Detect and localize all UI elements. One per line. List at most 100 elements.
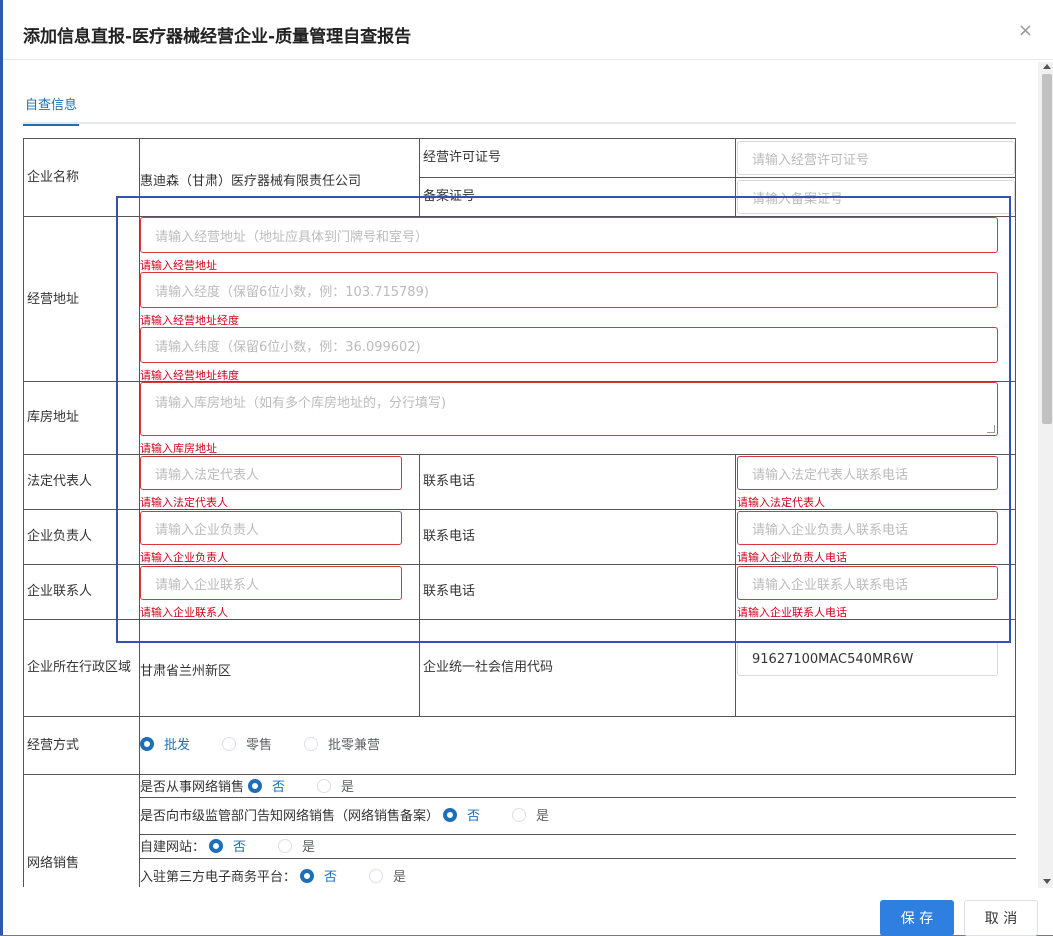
business-mode-radio-group: 批发 零售 批零兼营 xyxy=(140,734,412,753)
online-sales-q4: 入驻第三方电子商务平台： 否 是 xyxy=(140,866,438,885)
form-scroll-area[interactable]: 企业名称 惠迪森（甘肃）医疗器械有限责任公司 经营许可证号 请输入经营许可证号 … xyxy=(23,138,1018,887)
legal-rep-phone-input[interactable]: 请输入法定代表人联系电话 xyxy=(737,456,998,490)
q4-radio-no[interactable] xyxy=(300,868,315,883)
save-button[interactable]: 保 存 xyxy=(880,900,954,936)
scroll-up-icon[interactable] xyxy=(1043,64,1051,69)
q1-radio-no[interactable] xyxy=(248,778,263,793)
warehouse-address-placeholder: 请输入库房地址（如有多个库房地址的，分行填写) xyxy=(155,396,447,411)
company-name-label: 企业名称 xyxy=(27,170,80,185)
contact-phone-error: 请输入企业联系人电话 xyxy=(737,606,847,619)
cancel-button[interactable]: 取 消 xyxy=(964,900,1038,936)
online-sales-q4-text: 入驻第三方电子商务平台： xyxy=(140,870,297,885)
grid-line xyxy=(735,138,736,216)
contact-input[interactable]: 请输入企业联系人 xyxy=(140,566,402,600)
business-address-error: 请输入经营地址 xyxy=(140,259,217,272)
q1-label-no[interactable]: 否 xyxy=(272,776,285,795)
q3-label-yes[interactable]: 是 xyxy=(302,836,315,855)
q2-radio-yes[interactable] xyxy=(512,807,527,822)
q3-radio-no[interactable] xyxy=(209,838,224,853)
dialog-title: 添加信息直报-医疗器械经营企业-质量管理自查报告 xyxy=(23,27,412,47)
radio-both[interactable] xyxy=(304,736,319,751)
q2-label-yes[interactable]: 是 xyxy=(536,805,549,824)
online-sales-label: 网络销售 xyxy=(27,856,80,871)
radio-label-both[interactable]: 批零兼营 xyxy=(328,734,380,753)
online-sales-q2-text: 是否向市级监管部门告知网络销售（网络销售备案） xyxy=(140,809,440,824)
principal-phone-label: 联系电话 xyxy=(423,529,476,544)
warehouse-address-label: 库房地址 xyxy=(27,410,80,425)
grid-line xyxy=(139,797,1016,798)
q2-label-no[interactable]: 否 xyxy=(467,805,480,824)
latitude-input[interactable]: 请输入纬度（保留6位小数，例：36.099602) xyxy=(140,327,998,363)
legal-rep-input[interactable]: 请输入法定代表人 xyxy=(140,456,402,490)
record-no-label: 备案证号 xyxy=(423,189,476,204)
q3-radio-yes[interactable] xyxy=(278,838,293,853)
scroll-down-icon[interactable] xyxy=(1043,879,1051,884)
warehouse-address-textarea[interactable]: 请输入库房地址（如有多个库房地址的，分行填写) xyxy=(140,382,998,436)
tab-bar: 自查信息 xyxy=(23,90,1016,126)
record-no-input[interactable]: 请输入备案证号 xyxy=(737,180,1015,214)
legal-rep-phone-label: 联系电话 xyxy=(423,474,476,489)
contact-phone-input[interactable]: 请输入企业联系人联系电话 xyxy=(737,566,998,600)
grid-line xyxy=(23,138,1016,139)
q1-label-yes[interactable]: 是 xyxy=(341,776,354,795)
online-sales-q1: 是否从事网络销售 否 是 xyxy=(140,776,386,795)
principal-input[interactable]: 请输入企业负责人 xyxy=(140,511,402,545)
close-icon[interactable]: × xyxy=(1018,22,1033,40)
grid-line xyxy=(1015,138,1016,774)
q2-radio-no[interactable] xyxy=(443,807,458,822)
grid-line xyxy=(23,138,24,887)
radio-wholesale[interactable] xyxy=(140,736,154,751)
grid-line xyxy=(735,454,736,716)
contact-error: 请输入企业联系人 xyxy=(140,606,228,619)
radio-label-wholesale[interactable]: 批发 xyxy=(164,734,190,753)
online-sales-q1-text: 是否从事网络销售 xyxy=(140,780,245,795)
vertical-scrollbar[interactable] xyxy=(1038,62,1053,888)
contact-label: 企业联系人 xyxy=(27,584,93,599)
online-sales-q3: 自建网站： 否 是 xyxy=(140,836,347,855)
principal-error: 请输入企业负责人 xyxy=(140,551,228,564)
grid-line xyxy=(23,716,1016,717)
q1-radio-yes[interactable] xyxy=(317,778,332,793)
latitude-error: 请输入经营地址纬度 xyxy=(140,369,239,382)
q4-radio-yes[interactable] xyxy=(369,868,384,883)
legal-rep-label: 法定代表人 xyxy=(27,474,93,489)
grid-line xyxy=(419,177,1016,178)
dialog-header: 添加信息直报-医疗器械经营企业-质量管理自查报告 × xyxy=(3,0,1053,60)
online-sales-q2: 是否向市级监管部门告知网络销售（网络销售备案） 否 是 xyxy=(140,805,581,824)
grid-line xyxy=(419,138,420,216)
business-address-label: 经营地址 xyxy=(27,292,80,307)
license-no-label: 经营许可证号 xyxy=(423,150,502,165)
radio-retail[interactable] xyxy=(222,736,237,751)
legal-rep-error: 请输入法定代表人 xyxy=(140,496,228,509)
warehouse-address-error: 请输入库房地址 xyxy=(140,442,217,455)
tab-self-check-info[interactable]: 自查信息 xyxy=(23,94,80,126)
business-mode-label: 经营方式 xyxy=(27,738,80,753)
resize-handle-icon[interactable] xyxy=(987,425,995,433)
q4-label-no[interactable]: 否 xyxy=(324,866,337,885)
principal-phone-input[interactable]: 请输入企业负责人联系电话 xyxy=(737,511,998,545)
q3-label-no[interactable]: 否 xyxy=(233,836,246,855)
scroll-thumb[interactable] xyxy=(1042,74,1052,424)
company-name-value: 惠迪森（甘肃）医疗器械有限责任公司 xyxy=(140,174,362,189)
grid-line xyxy=(23,774,1016,775)
principal-label: 企业负责人 xyxy=(27,529,93,544)
radio-label-retail[interactable]: 零售 xyxy=(246,734,272,753)
legal-rep-phone-error: 请输入法定代表人 xyxy=(737,496,825,509)
grid-line xyxy=(419,454,420,716)
business-address-input[interactable]: 请输入经营地址（地址应具体到门牌号和室号） xyxy=(140,217,998,253)
principal-phone-error: 请输入企业负责人电话 xyxy=(737,551,847,564)
region-value: 甘肃省兰州新区 xyxy=(140,664,232,679)
longitude-input[interactable]: 请输入经度（保留6位小数，例：103.715789) xyxy=(140,272,998,308)
license-no-input[interactable]: 请输入经营许可证号 xyxy=(737,141,1015,175)
online-sales-q3-text: 自建网站： xyxy=(140,840,206,855)
dialog: 添加信息直报-医疗器械经营企业-质量管理自查报告 × 自查信息 企业名称 惠迪森… xyxy=(0,0,1053,936)
credit-code-input[interactable]: 91627100MAC540MR6W xyxy=(737,642,998,676)
q4-label-yes[interactable]: 是 xyxy=(393,866,406,885)
grid-line xyxy=(139,834,1016,835)
region-label: 企业所在行政区域 xyxy=(27,660,132,675)
contact-phone-label: 联系电话 xyxy=(423,584,476,599)
dialog-footer: 保 存 取 消 xyxy=(3,888,1053,936)
credit-code-label: 企业统一社会信用代码 xyxy=(423,660,554,675)
grid-line xyxy=(139,858,1016,859)
longitude-error: 请输入经营地址经度 xyxy=(140,314,239,327)
